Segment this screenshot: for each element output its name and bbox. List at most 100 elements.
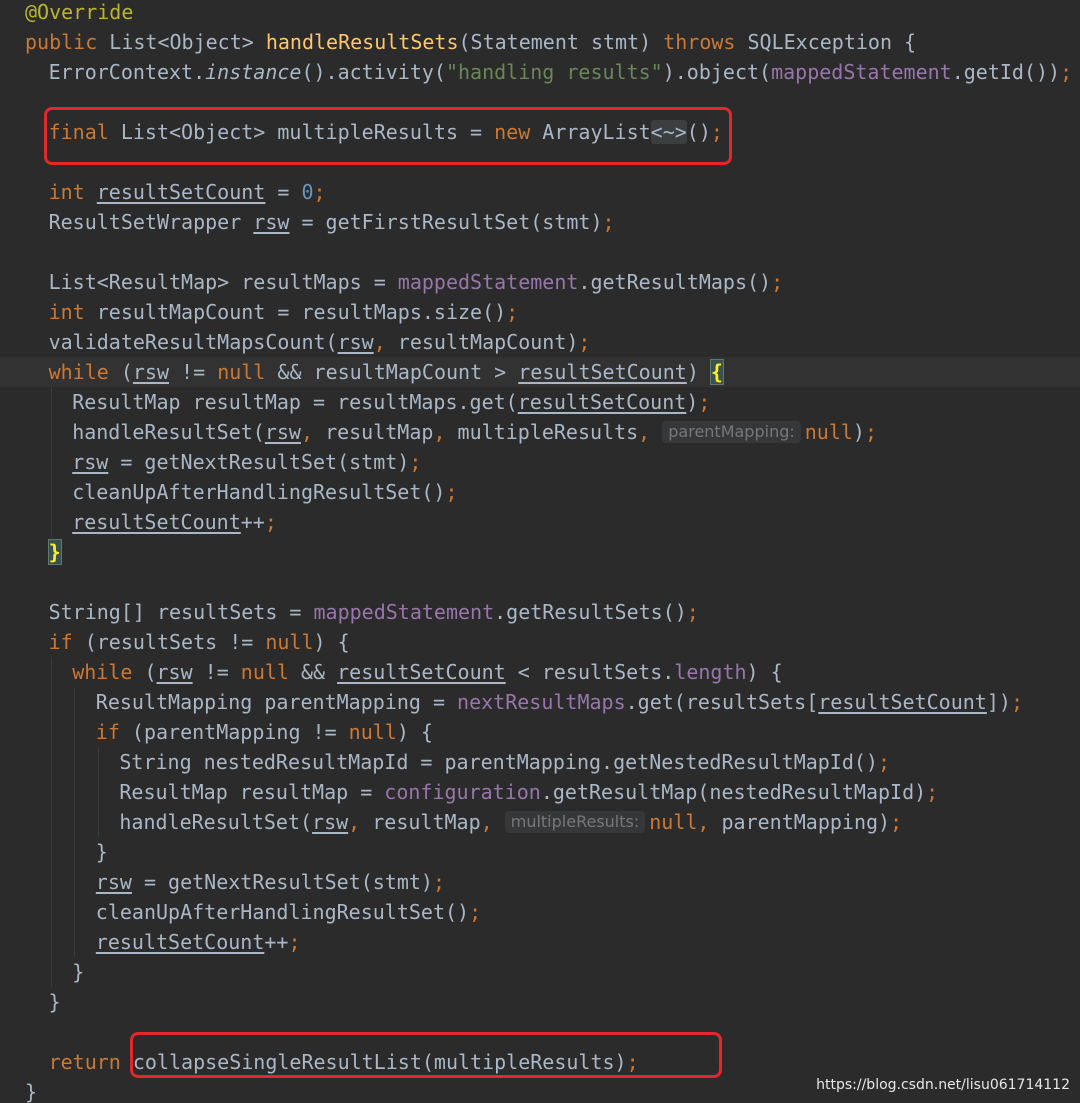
code-token: = getNextResultSet(stmt) [108, 450, 410, 474]
code-line[interactable]: int resultSetCount = 0; [0, 177, 1080, 207]
indent-guide [74, 717, 76, 747]
code-token: ; [864, 420, 878, 444]
code-token: ResultSetWrapper [48, 210, 254, 234]
code-line[interactable]: handleResultSet(rsw, resultMap, multiple… [0, 807, 1080, 837]
code-line[interactable]: List<ResultMap> resultMaps = mappedState… [0, 267, 1080, 297]
code-token: while [48, 360, 121, 384]
code-line[interactable]: rsw = getNextResultSet(stmt); [0, 447, 1080, 477]
code-token: ; [771, 270, 784, 294]
code-line[interactable]: cleanUpAfterHandlingResultSet(); [0, 477, 1080, 507]
code-token: while [72, 660, 145, 684]
code-text: } [25, 1077, 37, 1103]
code-line[interactable]: ResultMap resultMap = configuration.getR… [0, 777, 1080, 807]
indent-guide [74, 747, 76, 777]
indent-guide [74, 867, 76, 897]
code-token: rsw [264, 420, 301, 444]
indent-guide [74, 897, 76, 927]
code-line[interactable]: String nestedResultMapId = parentMapping… [0, 747, 1080, 777]
code-token: rsw [337, 330, 374, 354]
code-token: .getResultMaps() [578, 270, 772, 294]
code-token: configuration [384, 780, 541, 804]
code-text: List<ResultMap> resultMaps = mappedState… [49, 267, 784, 297]
code-line[interactable]: } [0, 957, 1080, 987]
code-line[interactable] [0, 567, 1080, 597]
code-line[interactable]: } [0, 987, 1080, 1017]
code-text: } [47, 537, 62, 567]
code-token: ) [686, 360, 711, 384]
code-line[interactable]: rsw = getNextResultSet(stmt); [0, 867, 1080, 897]
code-token: ) { [313, 630, 350, 654]
code-line[interactable]: ResultMapping parentMapping = nextResult… [0, 687, 1080, 717]
code-token: resultSetCount [72, 510, 241, 534]
code-token: && [301, 660, 338, 684]
code-token: = [265, 180, 302, 204]
code-token: } [95, 840, 108, 864]
code-token: resultSetCount [337, 660, 506, 684]
code-token: , [433, 420, 458, 444]
code-token: (Statement stmt) [458, 30, 664, 54]
code-line[interactable]: } [0, 837, 1080, 867]
code-token: length [674, 660, 747, 684]
code-token: = getNextResultSet(stmt) [131, 870, 433, 894]
code-token: nextResultMaps [457, 690, 626, 714]
code-text: rsw = getNextResultSet(stmt); [96, 867, 445, 897]
code-line[interactable]: while (rsw != null && resultSetCount < r… [0, 657, 1080, 687]
indent-guide [50, 837, 52, 867]
indent-guide [50, 927, 52, 957]
code-token: ( [144, 660, 157, 684]
code-token: resultSetCount [95, 930, 265, 954]
code-token: if [95, 720, 132, 744]
code-token: = getFirstResultSet(stmt) [289, 210, 603, 234]
indent-guide [50, 747, 52, 777]
code-text: while (rsw != null && resultSetCount < r… [72, 657, 782, 687]
code-text: resultSetCount++; [96, 927, 301, 957]
code-line[interactable]: cleanUpAfterHandlingResultSet(); [0, 897, 1080, 927]
code-line[interactable]: handleResultSet(rsw, resultMap, multiple… [0, 417, 1080, 447]
code-token: ; [578, 330, 591, 354]
code-token: != [192, 660, 241, 684]
code-line[interactable]: ResultSetWrapper rsw = getFirstResultSet… [0, 207, 1080, 237]
code-token: parentMapping) [721, 810, 891, 834]
code-text: validateResultMapsCount(rsw, resultMapCo… [49, 327, 591, 357]
code-token: ; [469, 900, 482, 924]
code-line[interactable]: while (rsw != null && resultMapCount > r… [0, 357, 1080, 387]
code-token: resultMap [325, 420, 434, 444]
code-token: ; [877, 750, 891, 774]
code-token: rsw [72, 450, 109, 474]
indent-guide [50, 417, 52, 447]
code-token: rsw [95, 870, 132, 894]
code-token: handleResultSet( [119, 810, 313, 834]
code-text: } [49, 987, 61, 1017]
code-line[interactable] [0, 237, 1080, 267]
code-line[interactable]: validateResultMapsCount(rsw, resultMapCo… [0, 327, 1080, 357]
code-token: multipleResults [457, 420, 639, 444]
code-line[interactable]: String[] resultSets = mappedStatement.ge… [0, 597, 1080, 627]
code-editor[interactable]: @Override public List<Object> handleResul… [0, 0, 1080, 1103]
code-token: ResultMapping parentMapping = [95, 690, 458, 714]
code-line[interactable]: resultSetCount++; [0, 507, 1080, 537]
code-token: , [480, 810, 505, 834]
code-token: , [300, 420, 326, 444]
code-line[interactable]: if (parentMapping != null) { [0, 717, 1080, 747]
code-line[interactable]: resultSetCount++; [0, 927, 1080, 957]
code-line[interactable]: } [0, 537, 1080, 567]
code-line[interactable]: int resultMapCount = resultMaps.size(); [0, 297, 1080, 327]
code-line[interactable]: ErrorContext.instance().activity("handli… [0, 57, 1080, 87]
code-token: public [25, 30, 110, 54]
code-text: String[] resultSets = mappedStatement.ge… [49, 597, 699, 627]
code-token: ) { [746, 660, 783, 684]
watermark: https://blog.csdn.net/lisu061714112 [816, 1077, 1070, 1093]
code-token: resultMapCount = resultMaps.size() [96, 300, 507, 324]
indent-guide [74, 927, 76, 957]
code-text: resultSetCount++; [72, 507, 277, 537]
code-line[interactable]: public List<Object> handleResultSets(Sta… [0, 27, 1080, 57]
code-line[interactable]: if (resultSets != null) { [0, 627, 1080, 657]
code-token: SQLException { [747, 30, 917, 54]
indent-guide [97, 777, 99, 807]
code-line[interactable]: @Override [0, 0, 1080, 27]
code-token: ++ [264, 930, 289, 954]
code-line[interactable]: ResultMap resultMap = resultMaps.get(res… [0, 387, 1080, 417]
code-token: "handling results" [445, 60, 663, 84]
code-text: cleanUpAfterHandlingResultSet(); [96, 897, 481, 927]
code-token: ; [445, 480, 458, 504]
